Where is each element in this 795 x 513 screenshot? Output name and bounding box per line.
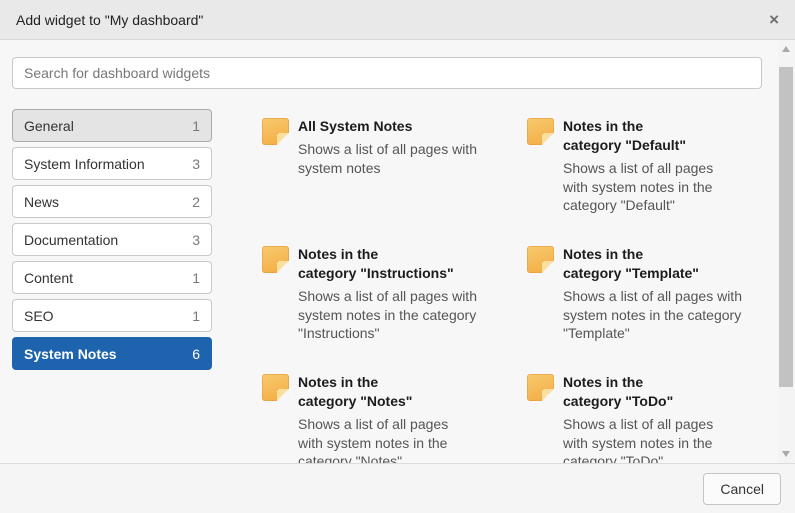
sidebar-item-label: Documentation — [24, 232, 118, 248]
sticky-note-icon — [527, 374, 554, 401]
scrollbar-thumb[interactable] — [779, 67, 793, 387]
sticky-note-icon — [262, 118, 289, 145]
sidebar-item-general[interactable]: General 1 — [12, 109, 212, 142]
widget-notes-category-notes[interactable]: Notes in the category "Notes" Shows a li… — [262, 373, 527, 463]
scroll-down-icon[interactable] — [782, 451, 790, 457]
category-sidebar: General 1 System Information 3 News 2 Do… — [12, 109, 212, 375]
sidebar-item-count: 1 — [192, 118, 200, 134]
widget-all-system-notes[interactable]: All System Notes Shows a list of all pag… — [262, 117, 527, 245]
sidebar-item-documentation[interactable]: Documentation 3 — [12, 223, 212, 256]
sidebar-item-count: 3 — [192, 156, 200, 172]
cancel-button[interactable]: Cancel — [703, 473, 781, 505]
widget-notes-category-instructions[interactable]: Notes in the category "Instructions" Sho… — [262, 245, 527, 373]
widget-description: Shows a list of all pages with system no… — [563, 159, 791, 215]
widget-title: All System Notes — [298, 117, 526, 136]
sticky-note-icon — [527, 118, 554, 145]
widget-title: Notes in the category "Template" — [563, 245, 791, 283]
sidebar-item-label: General — [24, 118, 74, 134]
sticky-note-icon — [527, 246, 554, 273]
sidebar-item-label: System Information — [24, 156, 145, 172]
widget-description: Shows a list of all pages with system no… — [298, 140, 526, 177]
widget-notes-category-template[interactable]: Notes in the category "Template" Shows a… — [527, 245, 792, 373]
sidebar-item-label: SEO — [24, 308, 54, 324]
widget-description: Shows a list of all pages with system no… — [298, 287, 526, 343]
close-icon[interactable]: × — [769, 11, 779, 28]
widget-notes-category-todo[interactable]: Notes in the category "ToDo" Shows a lis… — [527, 373, 792, 463]
widget-description: Shows a list of all pages with system no… — [298, 415, 526, 463]
sidebar-item-news[interactable]: News 2 — [12, 185, 212, 218]
sticky-note-icon — [262, 374, 289, 401]
widget-title: Notes in the category "ToDo" — [563, 373, 791, 411]
widget-notes-category-default[interactable]: Notes in the category "Default" Shows a … — [527, 117, 792, 245]
sidebar-item-count: 1 — [192, 308, 200, 324]
widget-title: Notes in the category "Default" — [563, 117, 791, 155]
sidebar-item-label: Content — [24, 270, 73, 286]
widget-title: Notes in the category "Instructions" — [298, 245, 526, 283]
dialog-body: General 1 System Information 3 News 2 Do… — [0, 40, 795, 463]
sidebar-item-system-notes[interactable]: System Notes 6 — [12, 337, 212, 370]
widget-title: Notes in the category "Notes" — [298, 373, 526, 411]
widget-description: Shows a list of all pages with system no… — [563, 287, 791, 343]
sidebar-item-count: 6 — [192, 346, 200, 362]
sidebar-item-count: 2 — [192, 194, 200, 210]
sidebar-item-seo[interactable]: SEO 1 — [12, 299, 212, 332]
sidebar-item-label: System Notes — [24, 346, 117, 362]
dialog-footer: Cancel — [0, 463, 795, 513]
sticky-note-icon — [262, 246, 289, 273]
dialog-header: Add widget to "My dashboard" × — [0, 0, 795, 40]
sidebar-item-content[interactable]: Content 1 — [12, 261, 212, 294]
scroll-up-icon[interactable] — [782, 46, 790, 52]
vertical-scrollbar[interactable] — [778, 40, 795, 463]
widget-list: All System Notes Shows a list of all pag… — [262, 117, 792, 463]
dialog-title: Add widget to "My dashboard" — [16, 12, 203, 28]
sidebar-item-count: 3 — [192, 232, 200, 248]
sidebar-item-count: 1 — [192, 270, 200, 286]
search-input[interactable] — [12, 57, 762, 89]
sidebar-item-label: News — [24, 194, 59, 210]
add-widget-dialog: Add widget to "My dashboard" × General 1… — [0, 0, 795, 513]
widget-description: Shows a list of all pages with system no… — [563, 415, 791, 463]
sidebar-item-system-information[interactable]: System Information 3 — [12, 147, 212, 180]
